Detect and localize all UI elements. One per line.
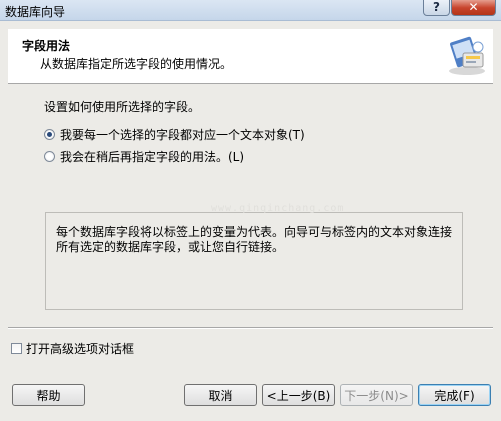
description-box: 每个数据库字段将以标签上的变量为代表。向导可与标签内的文本对象连接所有选定的数据…	[45, 212, 463, 310]
back-button[interactable]: <上一步(B)	[262, 384, 335, 406]
page-title: 字段用法	[22, 39, 71, 53]
database-wizard-dialog: 数据库向导 ? ✕ 字段用法 从数据库指定所选字段的使用情况。 设置如何使用所选…	[0, 0, 501, 421]
advanced-options-label[interactable]: 打开高级选项对话框	[26, 340, 134, 357]
cancel-button[interactable]: 取消	[184, 384, 257, 406]
window-title: 数据库向导	[5, 5, 66, 19]
radio-option-label[interactable]: 我会在稍后再指定字段的用法。(L)	[60, 148, 244, 165]
question-icon: ?	[433, 0, 440, 14]
help-button[interactable]: 帮助	[12, 384, 85, 406]
help-title-button[interactable]: ?	[423, 0, 450, 16]
title-bar: 数据库向导 ? ✕	[0, 0, 501, 21]
radio-option-specify-later[interactable]: 我会在稍后再指定字段的用法。(L)	[44, 148, 244, 165]
watermark: www.qinqinchang.com	[211, 203, 345, 214]
radio-option-one-object-per-field[interactable]: 我要每一个选择的字段都对应一个文本对象(T)	[44, 126, 305, 143]
page-subtitle: 从数据库指定所选字段的使用情况。	[40, 57, 233, 71]
database-wizard-icon	[449, 36, 485, 75]
radio-option-label[interactable]: 我要每一个选择的字段都对应一个文本对象(T)	[60, 126, 305, 143]
description-text: 每个数据库字段将以标签上的变量为代表。向导可与标签内的文本对象连接所有选定的数据…	[56, 225, 453, 254]
finish-button[interactable]: 完成(F)	[418, 384, 491, 406]
next-button[interactable]: 下一步(N)>	[340, 384, 413, 406]
radio-button[interactable]	[44, 129, 55, 140]
divider	[8, 327, 493, 329]
advanced-options-checkbox[interactable]	[11, 343, 22, 354]
wizard-header: 字段用法 从数据库指定所选字段的使用情况。	[8, 29, 493, 84]
close-button[interactable]: ✕	[451, 0, 496, 16]
radio-selected-dot	[47, 132, 52, 137]
usage-prompt: 设置如何使用所选择的字段。	[44, 100, 201, 114]
close-icon: ✕	[468, 0, 479, 14]
radio-button[interactable]	[44, 151, 55, 162]
advanced-options-checkbox-row[interactable]: 打开高级选项对话框	[11, 340, 134, 357]
